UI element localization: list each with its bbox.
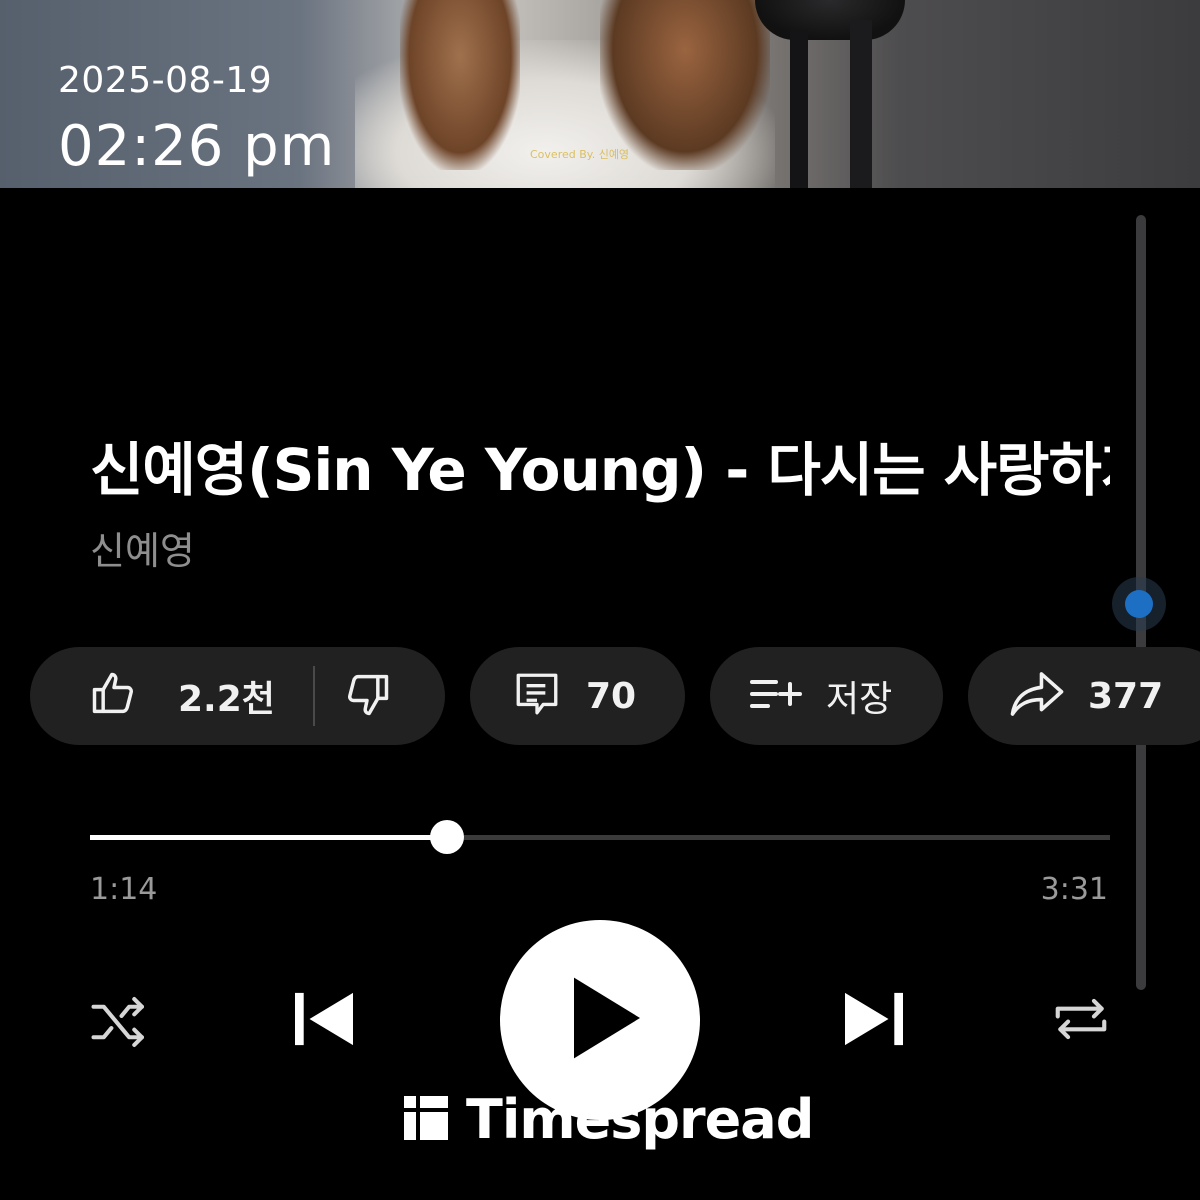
thumbs-up-icon[interactable] bbox=[88, 668, 140, 724]
thumbnail-singer-hair bbox=[600, 0, 770, 170]
progress-knob[interactable] bbox=[430, 820, 464, 854]
thumbnail-microphone bbox=[755, 0, 905, 40]
comment-icon bbox=[512, 668, 562, 724]
total-time: 3:31 bbox=[1040, 872, 1108, 907]
overlay-time: 02:26 pm bbox=[58, 114, 336, 179]
watermark-text: Timespread bbox=[466, 1088, 814, 1151]
watermark: Timespread bbox=[404, 1088, 814, 1151]
previous-button[interactable] bbox=[292, 990, 356, 1052]
like-count[interactable]: 2.2천 bbox=[178, 670, 275, 722]
skip-previous-icon bbox=[292, 990, 356, 1052]
video-title-container: 신예영(Sin Ye Young) - 다시는 사랑하지 않을래 bbox=[90, 430, 1110, 510]
timespread-logo-icon bbox=[404, 1095, 448, 1144]
playlist-add-icon bbox=[748, 674, 804, 718]
thumbs-down-icon[interactable] bbox=[341, 668, 393, 724]
current-time: 1:14 bbox=[90, 872, 158, 907]
comment-count: 70 bbox=[586, 675, 637, 717]
scrollbar-thumb-dot bbox=[1125, 590, 1153, 618]
save-button[interactable]: 저장 bbox=[710, 647, 943, 745]
like-divider bbox=[312, 666, 315, 726]
like-dislike-pill: 2.2천 bbox=[30, 647, 445, 745]
skip-next-icon bbox=[842, 990, 906, 1052]
play-icon bbox=[569, 974, 645, 1066]
thumbnail-mic-stand bbox=[850, 20, 872, 188]
share-arrow-icon bbox=[1008, 669, 1066, 723]
video-title: 신예영(Sin Ye Young) - 다시는 사랑하지 않을래 bbox=[90, 436, 1110, 504]
channel-name[interactable]: 신예영 bbox=[90, 520, 195, 575]
next-button[interactable] bbox=[842, 990, 906, 1052]
repeat-button[interactable] bbox=[1050, 990, 1112, 1052]
shuffle-button[interactable] bbox=[88, 994, 150, 1054]
share-count: 377 bbox=[1088, 675, 1164, 717]
thumbnail-credit: Covered By. 신예영 bbox=[530, 148, 630, 161]
thumbnail-mic-post bbox=[790, 30, 808, 188]
scrollbar-thumb[interactable] bbox=[1112, 577, 1166, 631]
progress-track[interactable] bbox=[90, 820, 1110, 854]
progress-fill bbox=[90, 835, 447, 840]
share-button[interactable]: 377 bbox=[968, 647, 1200, 745]
save-label: 저장 bbox=[826, 679, 893, 720]
comments-button[interactable]: 70 bbox=[470, 647, 685, 745]
thumbnail-singer-hair bbox=[400, 0, 520, 170]
overlay-date: 2025-08-19 bbox=[58, 60, 273, 101]
repeat-icon bbox=[1050, 990, 1112, 1052]
shuffle-icon bbox=[88, 994, 150, 1054]
